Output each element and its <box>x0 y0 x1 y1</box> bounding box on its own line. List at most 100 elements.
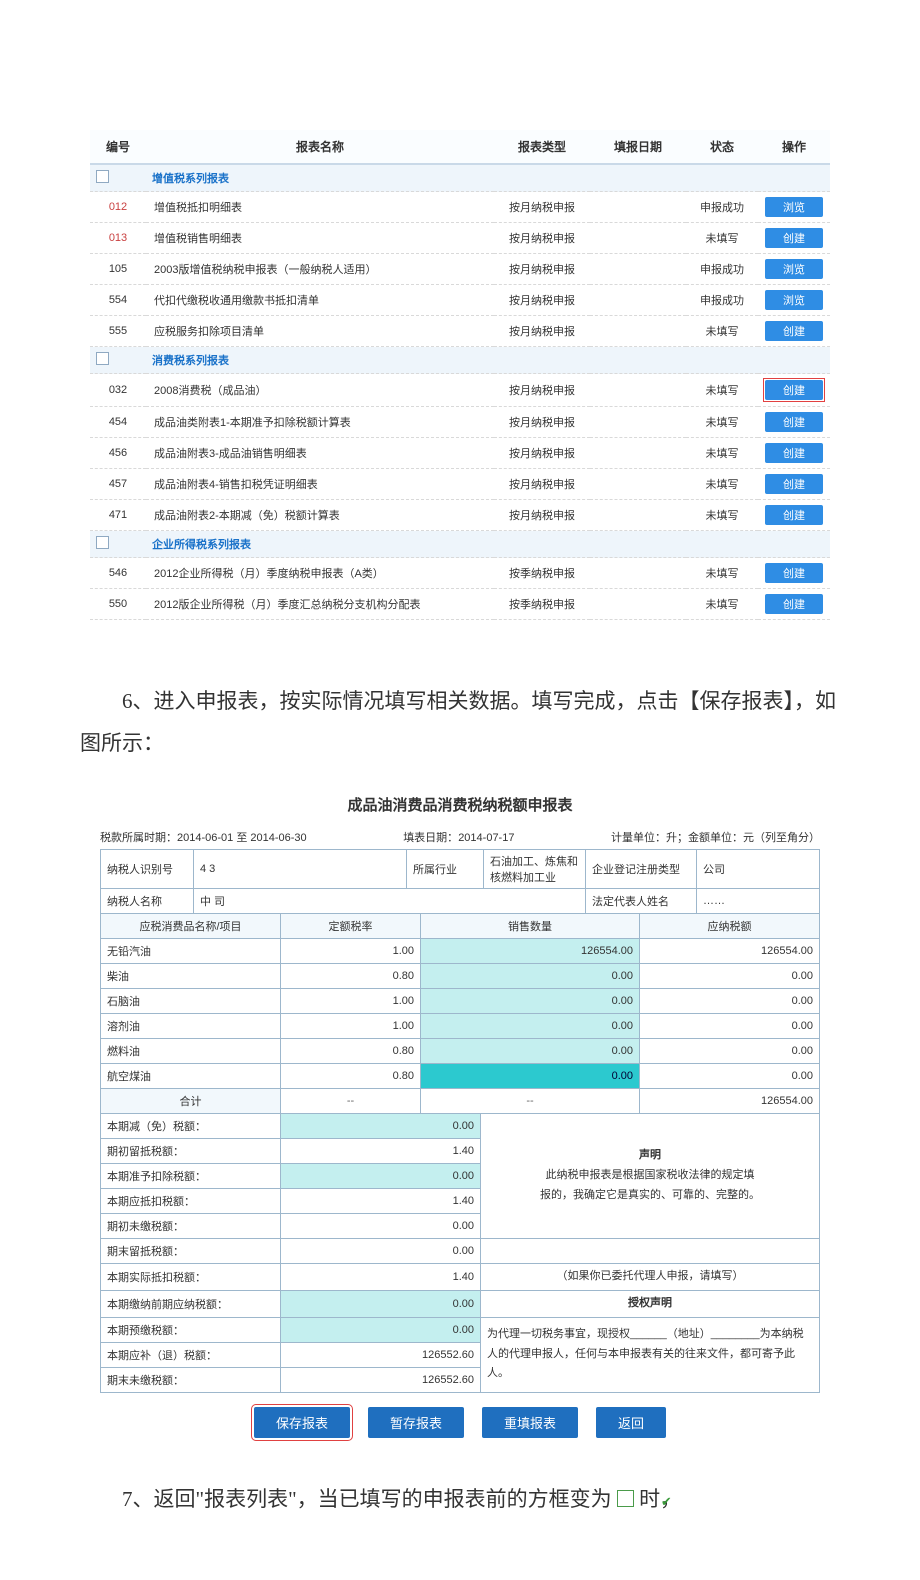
item-tax: 0.00 <box>640 989 820 1014</box>
legal-value: …… <box>697 889 820 914</box>
col-item: 应税消费品名称/项目 <box>101 914 281 939</box>
row-name: 成品油附表4-销售扣税凭证明细表 <box>146 469 494 500</box>
summary-value: 1.40 <box>281 1189 481 1214</box>
item-row: 燃料油0.800.000.00 <box>101 1039 820 1064</box>
refill-button[interactable]: 重填报表 <box>482 1407 578 1438</box>
row-status: 未填写 <box>686 438 758 469</box>
table-row: 012增值税抵扣明细表按月纳税申报申报成功浏览 <box>90 192 830 223</box>
action-button[interactable]: 创建 <box>765 563 823 583</box>
summary-value: 0.00 <box>281 1239 481 1264</box>
col-rate: 定额税率 <box>281 914 421 939</box>
row-code: 456 <box>90 438 146 469</box>
item-tax: 0.00 <box>640 964 820 989</box>
row-code: 457 <box>90 469 146 500</box>
action-button[interactable]: 创建 <box>765 321 823 341</box>
item-tax: 126554.00 <box>640 939 820 964</box>
row-code: 471 <box>90 500 146 531</box>
row-type: 按月纳税申报 <box>494 469 590 500</box>
section-checkbox[interactable] <box>96 170 109 183</box>
summary-row: 本期减（免）税额：0.00声明此纳税申报表是根据国家税收法律的规定填报的，我确定… <box>101 1114 820 1139</box>
section-row: 企业所得税系列报表 <box>90 531 830 558</box>
summary-row: 期末留抵税额：0.00 <box>101 1239 820 1264</box>
table-row: 5502012版企业所得税（月）季度汇总纳税分支机构分配表按季纳税申报未填写创建 <box>90 589 830 620</box>
row-type: 按季纳税申报 <box>494 589 590 620</box>
row-code: 105 <box>90 254 146 285</box>
action-button[interactable]: 创建 <box>765 594 823 614</box>
save-button[interactable]: 保存报表 <box>254 1407 350 1438</box>
item-name: 燃料油 <box>101 1039 281 1064</box>
total-label: 合计 <box>101 1089 281 1114</box>
step-6-content: 6、进入申报表，按实际情况填写相关数据。填写完成，点击【保存报表】，如图所示： <box>80 689 836 755</box>
row-action: 创建 <box>758 469 830 500</box>
action-button[interactable]: 创建 <box>765 474 823 494</box>
checked-box-icon <box>617 1490 634 1507</box>
row-name: 2008消费税（成品油） <box>146 374 494 407</box>
summary-value[interactable]: 0.00 <box>281 1290 481 1317</box>
row-type: 按月纳税申报 <box>494 374 590 407</box>
action-button[interactable]: 创建 <box>765 412 823 432</box>
item-qty[interactable]: 0.00 <box>421 964 640 989</box>
action-button[interactable]: 创建 <box>765 443 823 463</box>
temp-save-button[interactable]: 暂存报表 <box>368 1407 464 1438</box>
row-action: 创建 <box>758 500 830 531</box>
row-name: 增值税抵扣明细表 <box>146 192 494 223</box>
back-button[interactable]: 返回 <box>596 1407 666 1438</box>
total-rate: -- <box>281 1089 421 1114</box>
table-row: 456成品油附表3-成品油销售明细表按月纳税申报未填写创建 <box>90 438 830 469</box>
table-row: 554代扣代缴税收通用缴款书抵扣清单按月纳税申报申报成功浏览 <box>90 285 830 316</box>
row-type: 按月纳税申报 <box>494 254 590 285</box>
item-qty[interactable]: 0.00 <box>421 989 640 1014</box>
item-qty[interactable]: 0.00 <box>421 1039 640 1064</box>
row-type: 按月纳税申报 <box>494 316 590 347</box>
row-name: 应税服务扣除项目清单 <box>146 316 494 347</box>
summary-label: 本期应补（退）税额： <box>101 1342 281 1367</box>
item-qty[interactable]: 126554.00 <box>421 939 640 964</box>
item-rate: 0.80 <box>281 1039 421 1064</box>
action-button[interactable]: 浏览 <box>765 197 823 217</box>
col-date: 填报日期 <box>590 130 686 164</box>
summary-value[interactable]: 0.00 <box>281 1114 481 1139</box>
summary-label: 本期预缴税额： <box>101 1317 281 1342</box>
col-code: 编号 <box>90 130 146 164</box>
row-code: 013 <box>90 223 146 254</box>
row-date <box>590 558 686 589</box>
payer-label: 纳税人名称 <box>101 889 194 914</box>
unit-note: 计量单位：升；金额单位：元（列至角分） <box>611 829 820 845</box>
row-date <box>590 500 686 531</box>
step-7-a: 7、返回"报表列表"，当已填写的申报表前的方框变为 <box>122 1487 612 1511</box>
item-tax: 0.00 <box>640 1014 820 1039</box>
row-name: 代扣代缴税收通用缴款书抵扣清单 <box>146 285 494 316</box>
section-checkbox[interactable] <box>96 352 109 365</box>
row-code: 555 <box>90 316 146 347</box>
summary-value[interactable]: 0.00 <box>281 1317 481 1342</box>
row-status: 未填写 <box>686 500 758 531</box>
item-tax: 0.00 <box>640 1064 820 1089</box>
legal-label: 法定代表人姓名 <box>586 889 697 914</box>
row-code: 012 <box>90 192 146 223</box>
row-name: 2012版企业所得税（月）季度汇总纳税分支机构分配表 <box>146 589 494 620</box>
row-type: 按月纳税申报 <box>494 192 590 223</box>
tax-form: 成品油消费品消费税纳税额申报表 税款所属时期：2014-06-01 至 2014… <box>100 794 820 1438</box>
summary-label: 期初留抵税额： <box>101 1139 281 1164</box>
step-7-text: 7、返回"报表列表"，当已填写的申报表前的方框变为 时， <box>80 1478 840 1520</box>
action-button[interactable]: 浏览 <box>765 290 823 310</box>
row-action: 浏览 <box>758 285 830 316</box>
action-button[interactable]: 创建 <box>765 228 823 248</box>
col-name: 报表名称 <box>146 130 494 164</box>
row-date <box>590 316 686 347</box>
summary-value[interactable]: 0.00 <box>281 1164 481 1189</box>
action-button[interactable]: 创建 <box>765 505 823 525</box>
row-type: 按月纳税申报 <box>494 438 590 469</box>
row-action: 创建 <box>758 374 830 407</box>
item-qty[interactable]: 0.00 <box>421 1064 640 1089</box>
action-button[interactable]: 创建 <box>765 380 823 400</box>
summary-value: 126552.60 <box>281 1342 481 1367</box>
item-name: 柴油 <box>101 964 281 989</box>
summary-row: 本期缴纳前期应纳税额：0.00授权声明 <box>101 1290 820 1317</box>
section-checkbox[interactable] <box>96 536 109 549</box>
row-date <box>590 192 686 223</box>
form-buttons: 保存报表 暂存报表 重填报表 返回 <box>100 1407 820 1438</box>
item-qty[interactable]: 0.00 <box>421 1014 640 1039</box>
action-button[interactable]: 浏览 <box>765 259 823 279</box>
summary-label: 本期减（免）税额： <box>101 1114 281 1139</box>
